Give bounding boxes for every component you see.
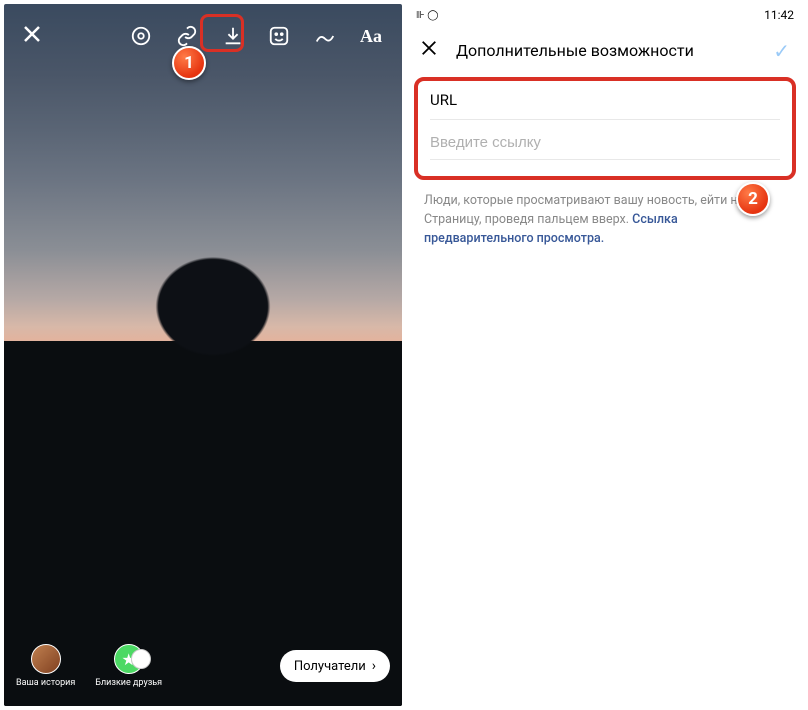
story-editor-screen: Aa Ваша история ★ Близкие друзья Получат…	[4, 4, 402, 706]
download-icon[interactable]	[220, 23, 246, 49]
more-options-screen: ⊪ ◯ 11:42 Дополнительные возможности ✓ U…	[406, 4, 804, 706]
chevron-right-icon: ›	[372, 658, 376, 674]
text-tool-icon[interactable]: Aa	[358, 23, 384, 49]
close-friends-option[interactable]: ★ Близкие друзья	[95, 644, 162, 688]
your-story-label: Ваша история	[16, 678, 75, 688]
header-title: Дополнительные возможности	[456, 41, 755, 60]
star-icon: ★	[114, 644, 144, 674]
recipients-label: Получатели	[294, 659, 366, 674]
status-left: ⊪ ◯	[416, 10, 438, 21]
close-icon[interactable]	[22, 22, 42, 50]
status-time: 11:42	[764, 8, 794, 22]
settings-icon[interactable]	[128, 23, 154, 49]
status-bar: ⊪ ◯ 11:42	[406, 4, 804, 26]
story-bottom-bar: Ваша история ★ Близкие друзья Получатели…	[4, 644, 402, 688]
confirm-check-icon[interactable]: ✓	[773, 39, 790, 63]
url-input[interactable]	[430, 120, 780, 160]
your-story-option[interactable]: Ваша история	[16, 644, 75, 688]
sticker-icon[interactable]	[266, 23, 292, 49]
close-icon[interactable]	[420, 38, 438, 63]
close-friends-label: Близкие друзья	[95, 678, 162, 688]
callout-badge-2: 2	[736, 182, 770, 216]
helper-text-1: Люди, которые просматривают вашу новость…	[424, 193, 700, 208]
url-section-highlight: URL	[414, 77, 796, 180]
avatar	[31, 644, 61, 674]
photo-tree	[143, 257, 283, 367]
story-toolbar: Aa	[4, 22, 402, 50]
recipients-button[interactable]: Получатели ›	[280, 650, 390, 682]
header: Дополнительные возможности ✓	[406, 26, 804, 75]
draw-icon[interactable]	[312, 23, 338, 49]
callout-badge-1: 1	[172, 46, 206, 80]
url-label: URL	[430, 91, 780, 120]
